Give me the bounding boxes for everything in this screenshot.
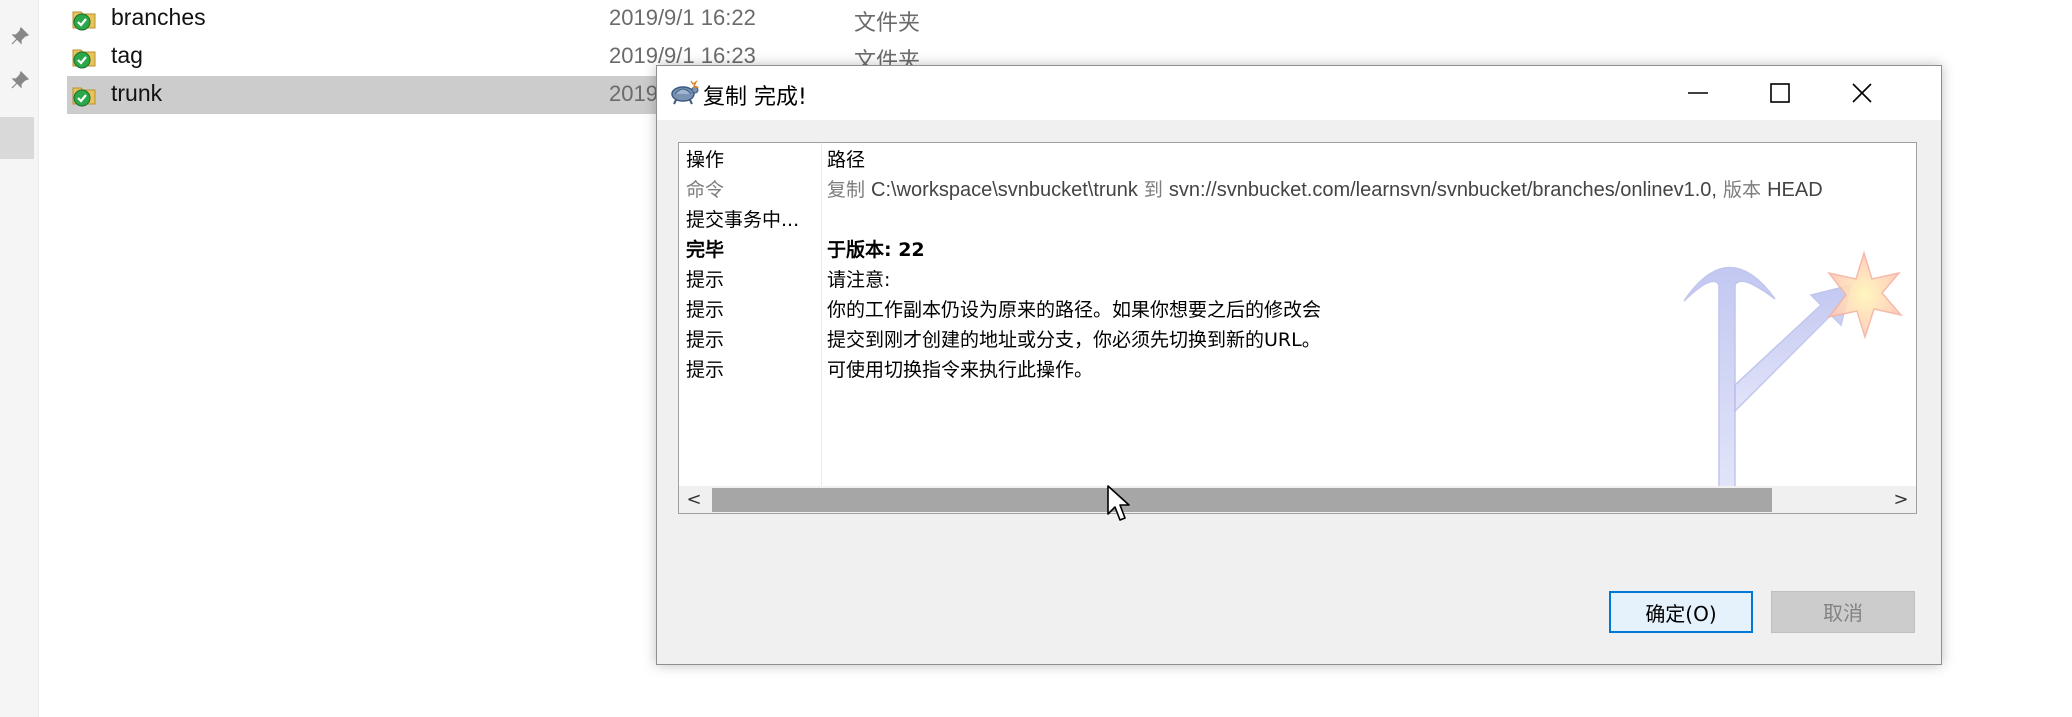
log-row[interactable]: 提交事务中... (679, 203, 1916, 233)
title-bar[interactable]: 复制 完成! (657, 66, 1941, 120)
log-action: 命令 (686, 179, 725, 201)
log-action: 提示 (686, 299, 725, 321)
log-row[interactable]: 提示 你的工作副本仍设为原来的路径。如果你想要之后的修改会 (679, 293, 1916, 323)
log-action: 提示 (686, 359, 725, 381)
pin-icon[interactable] (10, 70, 30, 90)
log-path: 请注意: (827, 269, 891, 291)
file-name: tag (111, 42, 143, 68)
svn-folder-ok-icon (72, 11, 96, 31)
log-row[interactable]: 命令 复制 C:\workspace\svnbucket\trunk 到 svn… (679, 173, 1916, 203)
log-row[interactable]: 提示 提交到刚才创建的地址或分支，你必须先切换到新的URL。 (679, 323, 1916, 353)
log-action: 提示 (686, 269, 725, 291)
horizontal-scrollbar[interactable]: < > (679, 486, 1916, 513)
cancel-button[interactable]: 取消 (1771, 591, 1915, 633)
log-path: 可使用切换指令来执行此操作。 (827, 359, 1094, 381)
log-path: 你的工作副本仍设为原来的路径。如果你想要之后的修改会 (827, 299, 1322, 321)
log-action: 提示 (686, 329, 725, 351)
mouse-cursor-icon (1107, 485, 1130, 521)
svn-folder-ok-icon (72, 49, 96, 69)
log-path: 提交到刚才创建的地址或分支，你必须先切换到新的URL。 (827, 329, 1321, 351)
maximize-button[interactable] (1739, 66, 1821, 120)
scrollbar-thumb[interactable] (712, 488, 1772, 512)
file-name: trunk (111, 80, 163, 106)
scroll-right-arrow[interactable]: > (1890, 489, 1912, 511)
log-path: 于版本: 22 (827, 239, 925, 261)
log-row[interactable]: 提示 可使用切换指令来执行此操作。 (679, 353, 1916, 383)
maximize-icon (1770, 83, 1790, 103)
log-header: 操作 路径 (679, 143, 1916, 173)
minimize-button[interactable] (1657, 66, 1739, 120)
log-row[interactable]: 提示 请注意: (679, 263, 1916, 293)
copy-complete-dialog: 复制 完成! 操作 路径 命令 复制 C:\workspace\svnbucke… (656, 65, 1942, 665)
tortoisesvn-icon (671, 80, 699, 105)
scroll-left-arrow[interactable]: < (683, 489, 705, 511)
minimize-icon (1688, 92, 1708, 94)
file-type: 文件夹 (854, 11, 921, 36)
log-list[interactable]: 操作 路径 命令 复制 C:\workspace\svnbucket\trunk… (678, 142, 1917, 514)
close-icon (1852, 83, 1872, 103)
log-action: 完毕 (686, 239, 725, 261)
dialog-title: 复制 完成! (703, 85, 807, 110)
header-path: 路径 (827, 149, 866, 171)
close-button[interactable] (1821, 66, 1903, 120)
header-action: 操作 (686, 149, 725, 171)
log-path: 复制 C:\workspace\svnbucket\trunk 到 svn://… (827, 179, 1823, 201)
navigation-pane (0, 0, 39, 717)
pin-icon[interactable] (10, 26, 30, 46)
file-name: branches (111, 4, 206, 30)
nav-selection[interactable] (0, 117, 34, 159)
svn-folder-ok-icon (72, 87, 96, 107)
file-row[interactable]: branches 2019/9/1 16:22 文件夹 (67, 0, 1487, 38)
log-row[interactable]: 完毕 于版本: 22 (679, 233, 1916, 263)
ok-button[interactable]: 确定(O) (1609, 591, 1753, 633)
file-date: 2019/9/1 16:22 (609, 5, 756, 30)
log-action: 提交事务中... (686, 209, 800, 231)
